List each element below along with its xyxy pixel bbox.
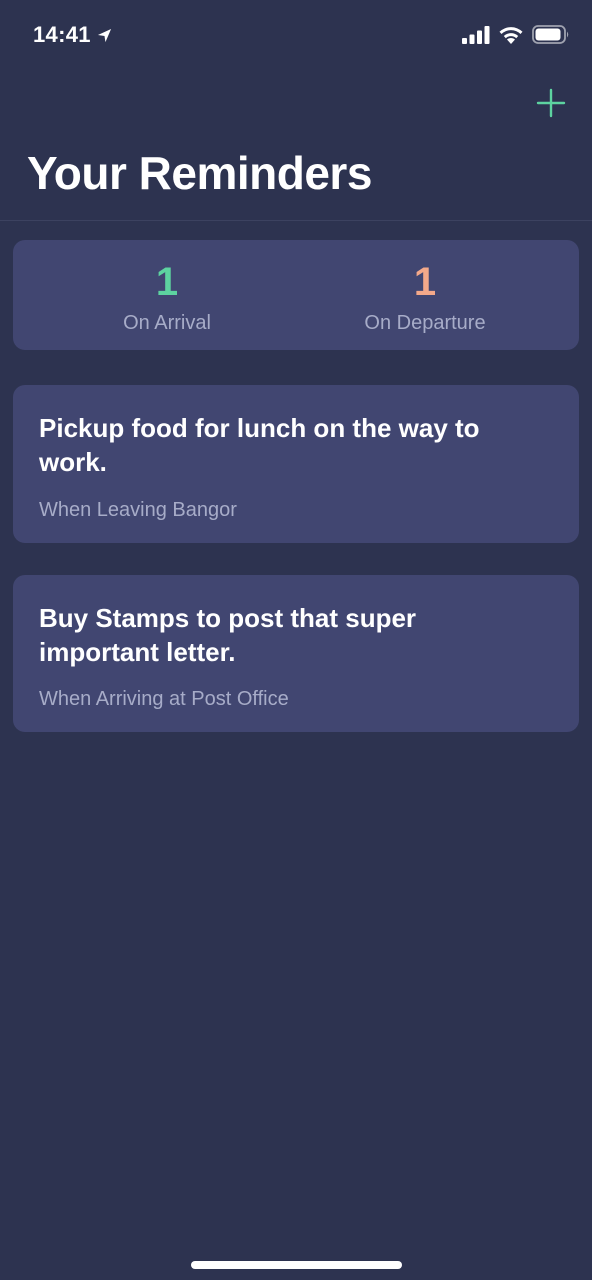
cellular-signal-icon [462,25,490,44]
departure-stat[interactable]: 1 On Departure [295,260,555,335]
header-divider [0,220,592,221]
reminder-condition: When Leaving Bangor [39,499,237,521]
location-arrow-icon [97,28,111,42]
reminder-text: Buy Stamps to post that super important … [39,603,417,667]
reminder-condition: When Arriving at Post Office [39,688,289,710]
wifi-icon [499,27,523,44]
reminder-card[interactable]: Pickup food for lunch on the way to work… [13,385,579,543]
departure-label: On Departure [364,312,486,334]
battery-icon [532,25,569,44]
summary-card: 1 On Arrival 1 On Departure [13,240,579,350]
status-bar: 14:41 [0,0,592,72]
page-title: Your Reminders [27,147,372,199]
arrival-stat[interactable]: 1 On Arrival [37,260,297,335]
status-icons [462,25,570,44]
arrival-label: On Arrival [123,312,211,334]
reminder-card[interactable]: Buy Stamps to post that super important … [13,575,579,732]
status-time: 14:41 [33,22,112,48]
status-time-text: 14:41 [33,22,91,47]
plus-icon [536,88,566,118]
arrival-count: 1 [155,260,179,304]
home-indicator[interactable] [191,1261,402,1269]
reminder-text: Pickup food for lunch on the way to work… [39,413,480,477]
departure-count: 1 [413,260,437,304]
add-reminder-button[interactable] [536,88,566,118]
